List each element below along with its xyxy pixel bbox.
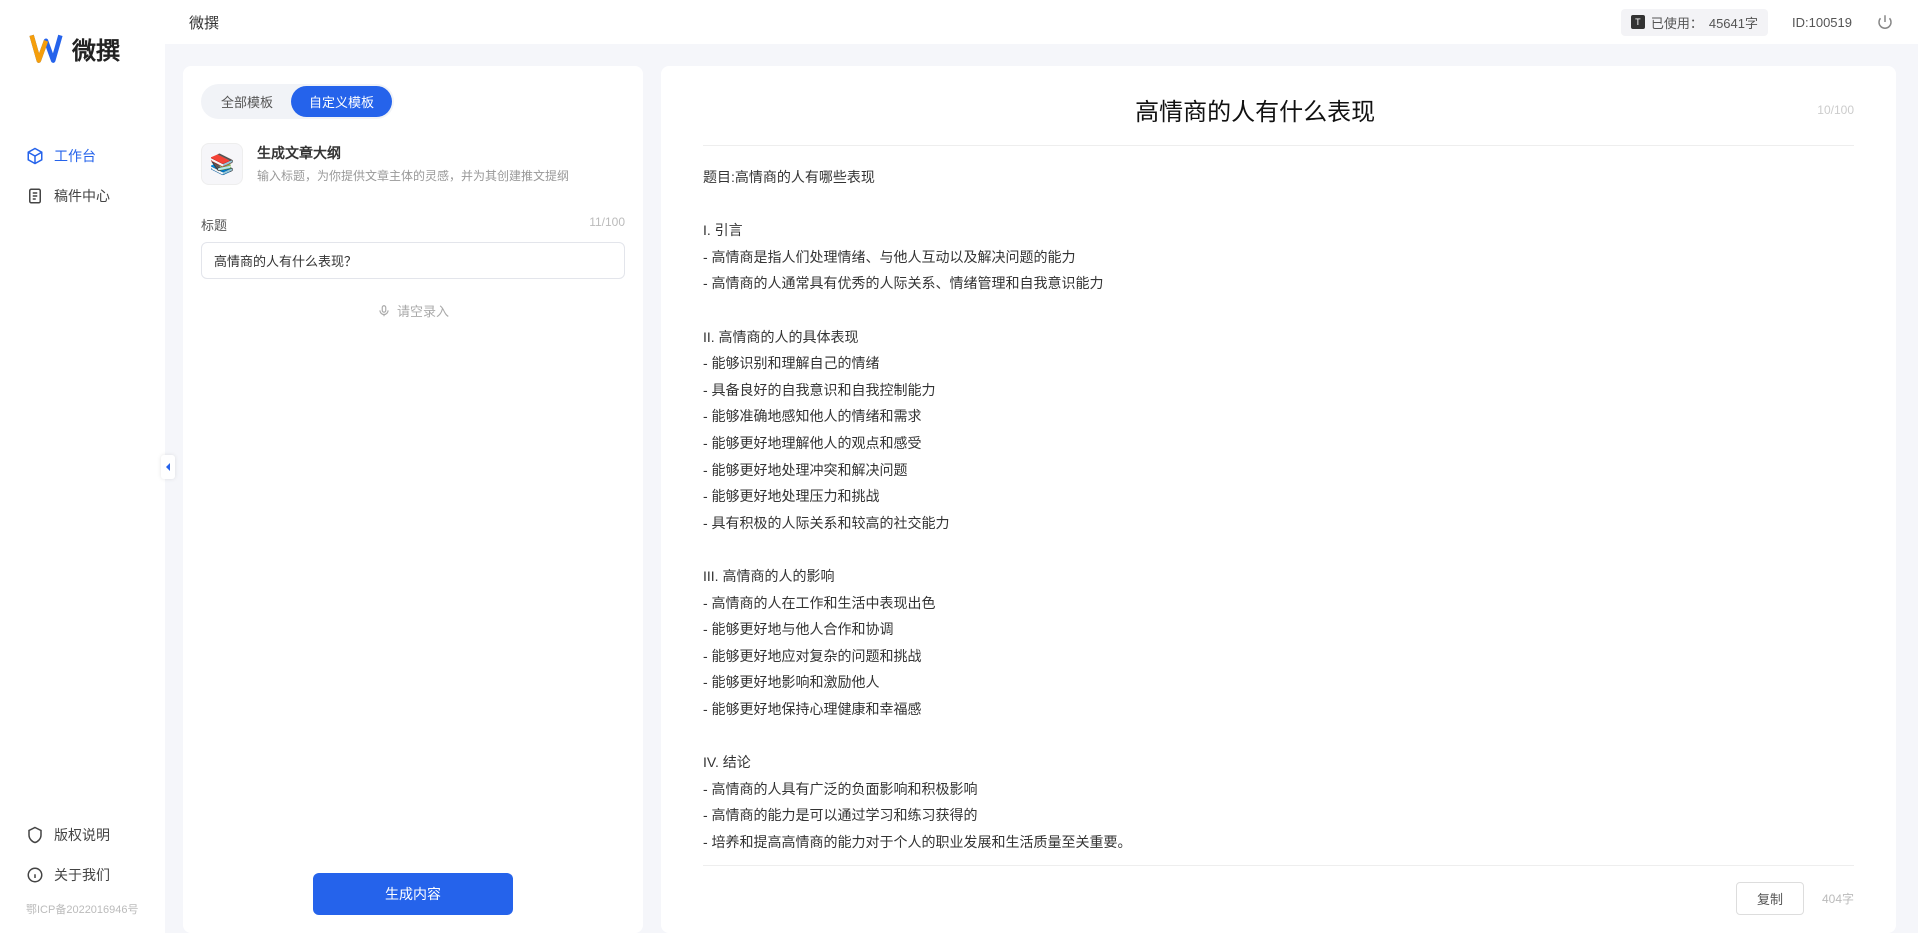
power-icon[interactable] [1876,13,1894,31]
voice-hint: 请空录入 [397,301,449,320]
copy-button[interactable]: 复制 [1736,882,1804,915]
info-icon [26,866,44,884]
nav-about[interactable]: 关于我们 [0,855,165,895]
nav-label: 工作台 [54,146,96,166]
output-word-count: 404字 [1822,890,1854,907]
app-title: 微撰 [189,12,219,33]
cube-icon [26,147,44,165]
tab-custom-templates[interactable]: 自定义模板 [291,86,392,117]
template-desc: 输入标题，为你提供文章主体的灵感，并为其创建推文提纲 [257,167,569,184]
template-icon: 📚 [201,143,243,185]
logo-text: 微撰 [72,31,120,66]
output-body[interactable]: 题目:高情商的人有哪些表现 I. 引言 - 高情商是指人们处理情绪、与他人互动以… [703,146,1854,865]
logo: 微撰 [0,0,165,86]
mic-icon [377,304,391,318]
output-title-count: 10/100 [1817,103,1854,117]
output-title[interactable]: 高情商的人有什么表现 [703,92,1807,127]
topbar: 微撰 T 已使用： 45641字 ID:100519 [165,0,1918,44]
icp-text: 鄂ICP备2022016946号 [0,895,165,923]
logo-icon [28,30,64,66]
field-label: 标题 [201,215,227,234]
template-title: 生成文章大纲 [257,143,569,163]
usage-prefix: 已使用： [1651,13,1703,32]
nav-copyright[interactable]: 版权说明 [0,815,165,855]
usage-badge[interactable]: T 已使用： 45641字 [1621,9,1768,36]
collapse-handle[interactable] [161,455,175,479]
usage-value: 45641字 [1709,13,1758,32]
usage-icon: T [1631,15,1645,29]
shield-icon [26,826,44,844]
nav-label: 稿件中心 [54,186,110,206]
template-card: 📚 生成文章大纲 输入标题，为你提供文章主体的灵感，并为其创建推文提纲 [201,143,625,185]
books-icon: 📚 [210,152,235,177]
form-section: 标题 11/100 [201,215,625,279]
tab-all-templates[interactable]: 全部模板 [203,86,291,117]
output-panel: 高情商的人有什么表现 10/100 题目:高情商的人有哪些表现 I. 引言 - … [661,66,1896,933]
generate-button[interactable]: 生成内容 [313,873,513,915]
nav-label: 关于我们 [54,865,110,885]
nav-drafts[interactable]: 稿件中心 [0,176,165,216]
chevron-left-icon [163,462,173,472]
nav-workbench[interactable]: 工作台 [0,136,165,176]
template-tabs: 全部模板 自定义模板 [201,84,394,119]
voice-input-button[interactable]: 请空录入 [201,301,625,320]
nav: 工作台 稿件中心 [0,86,165,815]
document-icon [26,187,44,205]
user-id: ID:100519 [1792,15,1852,30]
config-panel: 全部模板 自定义模板 📚 生成文章大纲 输入标题，为你提供文章主体的灵感，并为其… [183,66,643,933]
field-count: 11/100 [589,215,625,234]
sidebar: 微撰 工作台 稿件中心 版权说明 关于我们 鄂ICP备202201 [0,0,165,933]
title-input[interactable] [201,242,625,279]
sidebar-bottom: 版权说明 关于我们 鄂ICP备2022016946号 [0,815,165,933]
nav-label: 版权说明 [54,825,110,845]
